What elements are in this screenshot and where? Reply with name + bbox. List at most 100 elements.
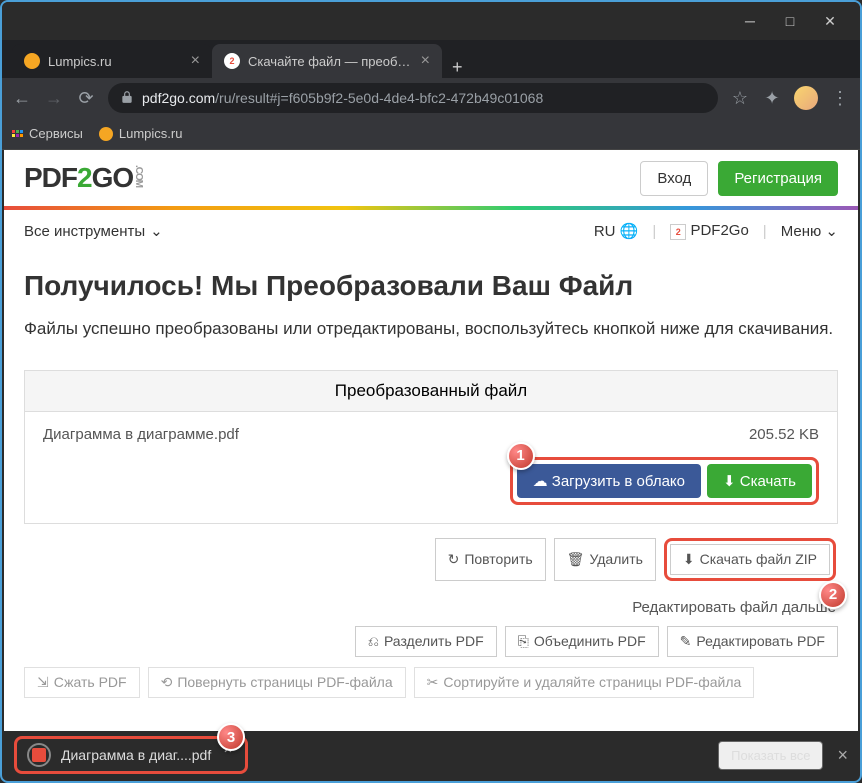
button-label: Разделить PDF [384,633,484,649]
chevron-down-icon: ⌄ [150,222,163,240]
button-label: Редактировать PDF [696,633,825,649]
primary-actions-highlight: 1 ☁ Загрузить в облако ⬇ Скачать [510,457,819,505]
apps-icon [12,130,23,137]
language-selector[interactable]: RU 🌐 [594,222,639,240]
chevron-down-icon: ⌄ [825,223,838,240]
lock-icon [120,90,134,107]
sort-icon: ✂ [427,674,439,691]
edit-pdf-button[interactable]: ✎Редактировать PDF [667,626,838,657]
merge-icon: ⎘ [518,633,529,650]
browser-tab-lumpics[interactable]: Lumpics.ru × [12,44,212,78]
new-tab-button[interactable]: + [442,57,473,78]
star-icon[interactable]: ☆ [730,88,750,109]
page-content: PDF2GO.COM Вход Регистрация Все инструме… [4,150,858,731]
extensions-icon[interactable]: ✦ [762,88,782,109]
sort-pdf-button[interactable]: ✂Сортируйте и удаляйте страницы PDF-файл… [414,667,755,698]
register-button[interactable]: Регистрация [718,161,838,196]
address-bar-row: ← → ⟳ pdf2go.com/ru/result#j=f605b9f2-5e… [2,78,860,118]
compress-icon: ⇲ [37,674,49,691]
button-label: Скачать файл ZIP [700,551,817,567]
tab-title: Скачайте файл — преобразова [248,54,413,69]
callout-badge-3: 3 [217,723,245,751]
result-panel: Преобразованный файл Диаграмма в диаграм… [24,370,838,524]
download-zip-button[interactable]: ⬇ Скачать файл ZIP [670,544,830,575]
result-filesize: 205.52 KB [749,426,819,443]
page-title: Получилось! Мы Преобразовали Ваш Файл [24,270,838,302]
browser-tab-strip: Lumpics.ru × 2 Скачайте файл — преобразо… [2,40,860,78]
pdf-icon [32,748,46,762]
downloads-bar: 3 Диаграмма в диаг....pdf ⌃ Показать все… [4,731,858,779]
close-tab-icon[interactable]: × [421,52,430,70]
result-filename: Диаграмма в диаграмме.pdf [43,426,239,443]
split-icon: ⎌ [368,633,379,650]
callout-badge-2: 2 [819,581,847,609]
bookmark-label: Lumpics.ru [119,126,183,141]
button-label: Сортируйте и удаляйте страницы PDF-файла [443,674,741,690]
bookmark-label: Сервисы [29,126,83,141]
edit-further-label: Редактировать файл дальше [24,599,838,616]
logo-go: GO [92,162,134,193]
window-titlebar: ─ □ ✕ [2,2,860,40]
split-pdf-button[interactable]: ⎌ Разделить PDF [355,626,497,657]
cloud-upload-icon: ☁ [533,473,548,490]
forward-icon[interactable]: → [44,88,64,109]
show-all-downloads-button[interactable]: Показать все [718,741,823,770]
edit-icon: ✎ [680,633,692,650]
tab-title: Lumpics.ru [48,54,183,69]
close-tab-icon[interactable]: × [191,52,200,70]
minimize-button[interactable]: ─ [730,6,770,36]
button-label: Скачать [740,473,796,490]
compress-pdf-button[interactable]: ⇲ Сжать PDF [24,667,140,698]
menu-icon[interactable]: ⋮ [830,88,850,109]
menu-dropdown[interactable]: Меню ⌄ [781,222,838,240]
brand-link[interactable]: 2 PDF2Go [670,222,749,240]
page-subtitle: Файлы успешно преобразованы или отредакт… [24,316,838,342]
refresh-icon: ↻ [448,551,460,568]
download-icon: ⬇ [723,473,736,490]
bookmark-services[interactable]: Сервисы [12,126,83,141]
logo-com: .COM [133,165,144,187]
button-label: Повторить [464,551,532,567]
tab-favicon-icon [24,53,40,69]
logo-two: 2 [77,162,92,193]
separator: | [763,223,767,240]
download-icon: ⬇ [683,551,695,568]
profile-avatar[interactable] [794,86,818,110]
trash-icon: 🗑 [567,551,585,568]
globe-icon: 🌐 [620,223,639,240]
back-icon[interactable]: ← [12,88,32,109]
download-item-highlight: 3 Диаграмма в диаг....pdf ⌃ [14,736,248,774]
url-host: pdf2go.com/ru/result#j=f605b9f2-5e0d-4de… [142,90,543,106]
download-file-icon [27,743,51,767]
close-downloads-bar-icon[interactable]: × [837,745,848,766]
bookmarks-bar: Сервисы Lumpics.ru [2,118,860,150]
button-label: Удалить [589,551,642,567]
login-button[interactable]: Вход [640,161,708,196]
rotate-pdf-button[interactable]: ⟲Повернуть страницы PDF-файла [148,667,406,698]
download-filename[interactable]: Диаграмма в диаг....pdf [61,747,211,763]
maximize-button[interactable]: □ [770,6,810,36]
result-header: Преобразованный файл [25,371,837,412]
logo-pdf: PDF [24,162,77,193]
upload-cloud-button[interactable]: ☁ Загрузить в облако [517,464,701,498]
separator: | [652,223,656,240]
all-tools-dropdown[interactable]: Все инструменты ⌄ [24,222,163,240]
button-label: Загрузить в облако [552,473,685,490]
reload-icon[interactable]: ⟳ [76,88,96,109]
download-button[interactable]: ⬇ Скачать [707,464,812,498]
close-window-button[interactable]: ✕ [810,6,850,36]
tab-favicon-icon: 2 [224,53,240,69]
pdf2go-logo[interactable]: PDF2GO.COM [24,162,144,194]
bookmark-lumpics[interactable]: Lumpics.ru [99,126,183,141]
callout-badge-1: 1 [507,442,535,470]
button-label: Повернуть страницы PDF-файла [177,674,392,690]
zip-highlight: 2 ⬇ Скачать файл ZIP [664,538,836,581]
address-bar[interactable]: pdf2go.com/ru/result#j=f605b9f2-5e0d-4de… [108,83,718,113]
rotate-icon: ⟲ [161,674,173,691]
retry-button[interactable]: ↻ Повторить [435,538,546,581]
lumpics-favicon-icon [99,127,113,141]
delete-button[interactable]: 🗑 Удалить [554,538,656,581]
button-label: Сжать PDF [54,674,127,690]
browser-tab-pdf2go[interactable]: 2 Скачайте файл — преобразова × [212,44,442,78]
merge-pdf-button[interactable]: ⎘Объединить PDF [505,626,659,657]
